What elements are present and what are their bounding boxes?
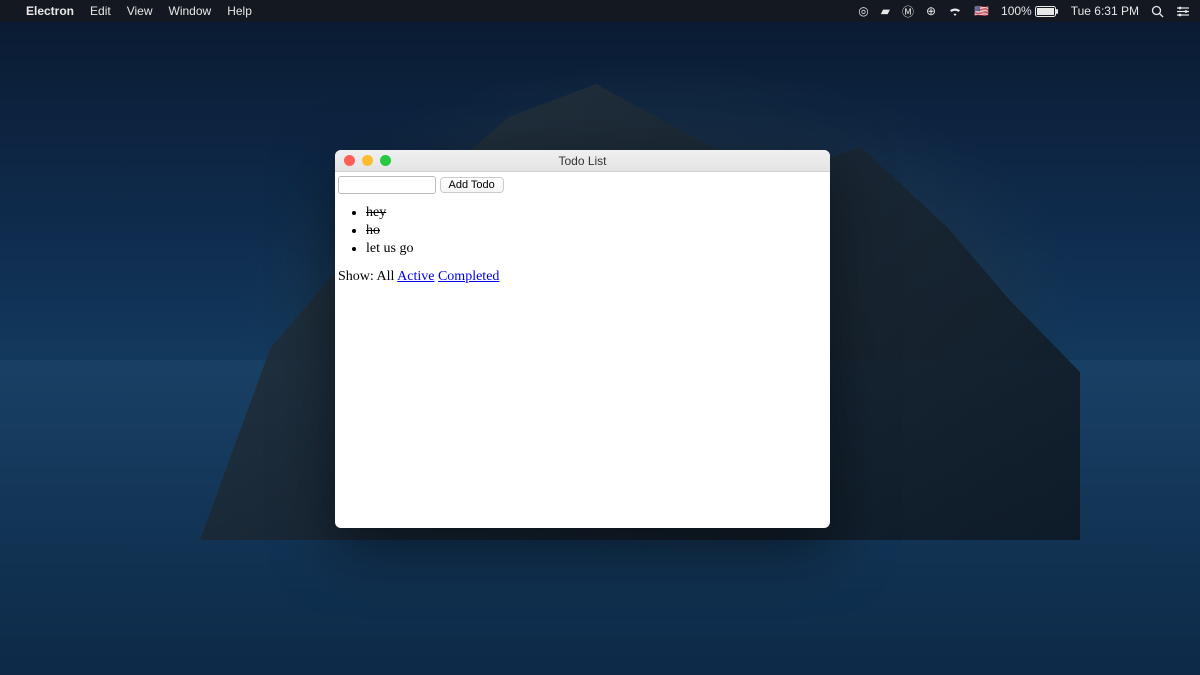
visibility-filters: Show: All Active Completed [338,269,827,285]
menubar-item-help[interactable]: Help [227,4,252,18]
control-center-icon[interactable] [1176,6,1190,17]
menubar-item-edit[interactable]: Edit [90,4,111,18]
status-icon-bluetooth[interactable]: ⊕ [926,4,936,18]
status-icon-generic[interactable]: ◎ [858,4,868,18]
new-todo-input[interactable] [338,176,436,194]
macos-menubar: Electron Edit View Window Help ◎ ▰ Ⓜ ⊕ 🇺… [0,0,1200,22]
window-title: Todo List [335,154,830,168]
todo-form: Add Todo [338,176,827,194]
filter-current: All [377,269,395,284]
todo-item[interactable]: let us go [366,240,827,258]
wifi-icon[interactable] [948,6,962,17]
menubar-item-view[interactable]: View [127,4,153,18]
status-icon-m[interactable]: Ⓜ [902,3,914,20]
battery-percent: 100% [1001,4,1032,18]
window-maximize-button[interactable] [380,155,391,166]
todo-item[interactable]: ho [366,222,827,240]
filter-link-active[interactable]: Active [397,269,434,284]
menubar-clock[interactable]: Tue 6:31 PM [1071,4,1139,18]
window-close-button[interactable] [344,155,355,166]
menubar-item-window[interactable]: Window [169,4,212,18]
spotlight-icon[interactable] [1151,5,1164,18]
todo-list: hey ho let us go [366,204,827,259]
filter-prefix: Show: [338,269,377,284]
window-titlebar[interactable]: Todo List [335,150,830,172]
filter-link-completed[interactable]: Completed [438,269,499,284]
add-todo-button[interactable]: Add Todo [440,177,504,193]
window-body: Add Todo hey ho let us go Show: All Acti… [335,172,830,289]
todo-item[interactable]: hey [366,204,827,222]
window-minimize-button[interactable] [362,155,373,166]
battery-status[interactable]: 100% [1001,4,1059,18]
status-icon-chat[interactable]: ▰ [881,4,890,18]
flag-icon[interactable]: 🇺🇸 [974,4,989,18]
menubar-app-name[interactable]: Electron [26,4,74,18]
app-window: Todo List Add Todo hey ho let us go Show… [335,150,830,528]
